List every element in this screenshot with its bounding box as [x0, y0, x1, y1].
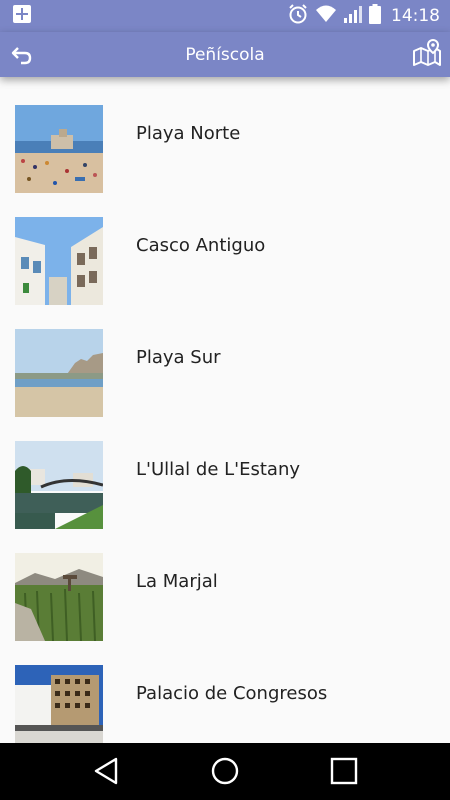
- congress-building-photo: [15, 665, 103, 743]
- list-item-label: Playa Norte: [136, 122, 241, 144]
- list-item[interactable]: Palacio de Congresos: [0, 637, 450, 743]
- river-bridge-photo: [15, 441, 103, 529]
- system-nav-bar: [0, 743, 450, 800]
- list-item-label: Palacio de Congresos: [136, 682, 328, 704]
- page-title: Peñíscola: [185, 44, 265, 65]
- signal-icon: [343, 4, 363, 29]
- list-item[interactable]: La Marjal: [0, 525, 450, 641]
- notification-plus-icon: [12, 4, 32, 29]
- back-arrow-icon[interactable]: [10, 42, 34, 66]
- list-item[interactable]: Playa Norte: [0, 77, 450, 193]
- wifi-icon: [315, 4, 337, 29]
- home-circle-icon[interactable]: [209, 755, 241, 787]
- south-beach-photo: [15, 329, 103, 417]
- recents-square-icon[interactable]: [328, 755, 360, 787]
- list-item-label: Casco Antiguo: [136, 234, 266, 256]
- list-item-label: L'Ullal de L'Estany: [136, 458, 301, 480]
- list-item[interactable]: Casco Antiguo: [0, 189, 450, 305]
- alarm-icon: [287, 3, 309, 30]
- beach-castle-photo: [15, 105, 103, 193]
- status-time: 14:18: [391, 6, 440, 26]
- map-pin-icon[interactable]: [412, 38, 442, 68]
- list-item-label: Playa Sur: [136, 346, 221, 368]
- app-bar: Peñíscola: [0, 32, 450, 77]
- old-town-photo: [15, 217, 103, 305]
- list-item-label: La Marjal: [136, 570, 218, 592]
- list-item[interactable]: L'Ullal de L'Estany: [0, 413, 450, 529]
- list-item[interactable]: Playa Sur: [0, 301, 450, 417]
- back-triangle-icon[interactable]: [92, 755, 124, 787]
- places-list: Playa Norte Casco Antiguo Playa Sur L'Ul…: [0, 77, 450, 743]
- wetland-photo: [15, 553, 103, 641]
- battery-icon: [369, 3, 381, 29]
- status-bar: 14:18: [0, 0, 450, 32]
